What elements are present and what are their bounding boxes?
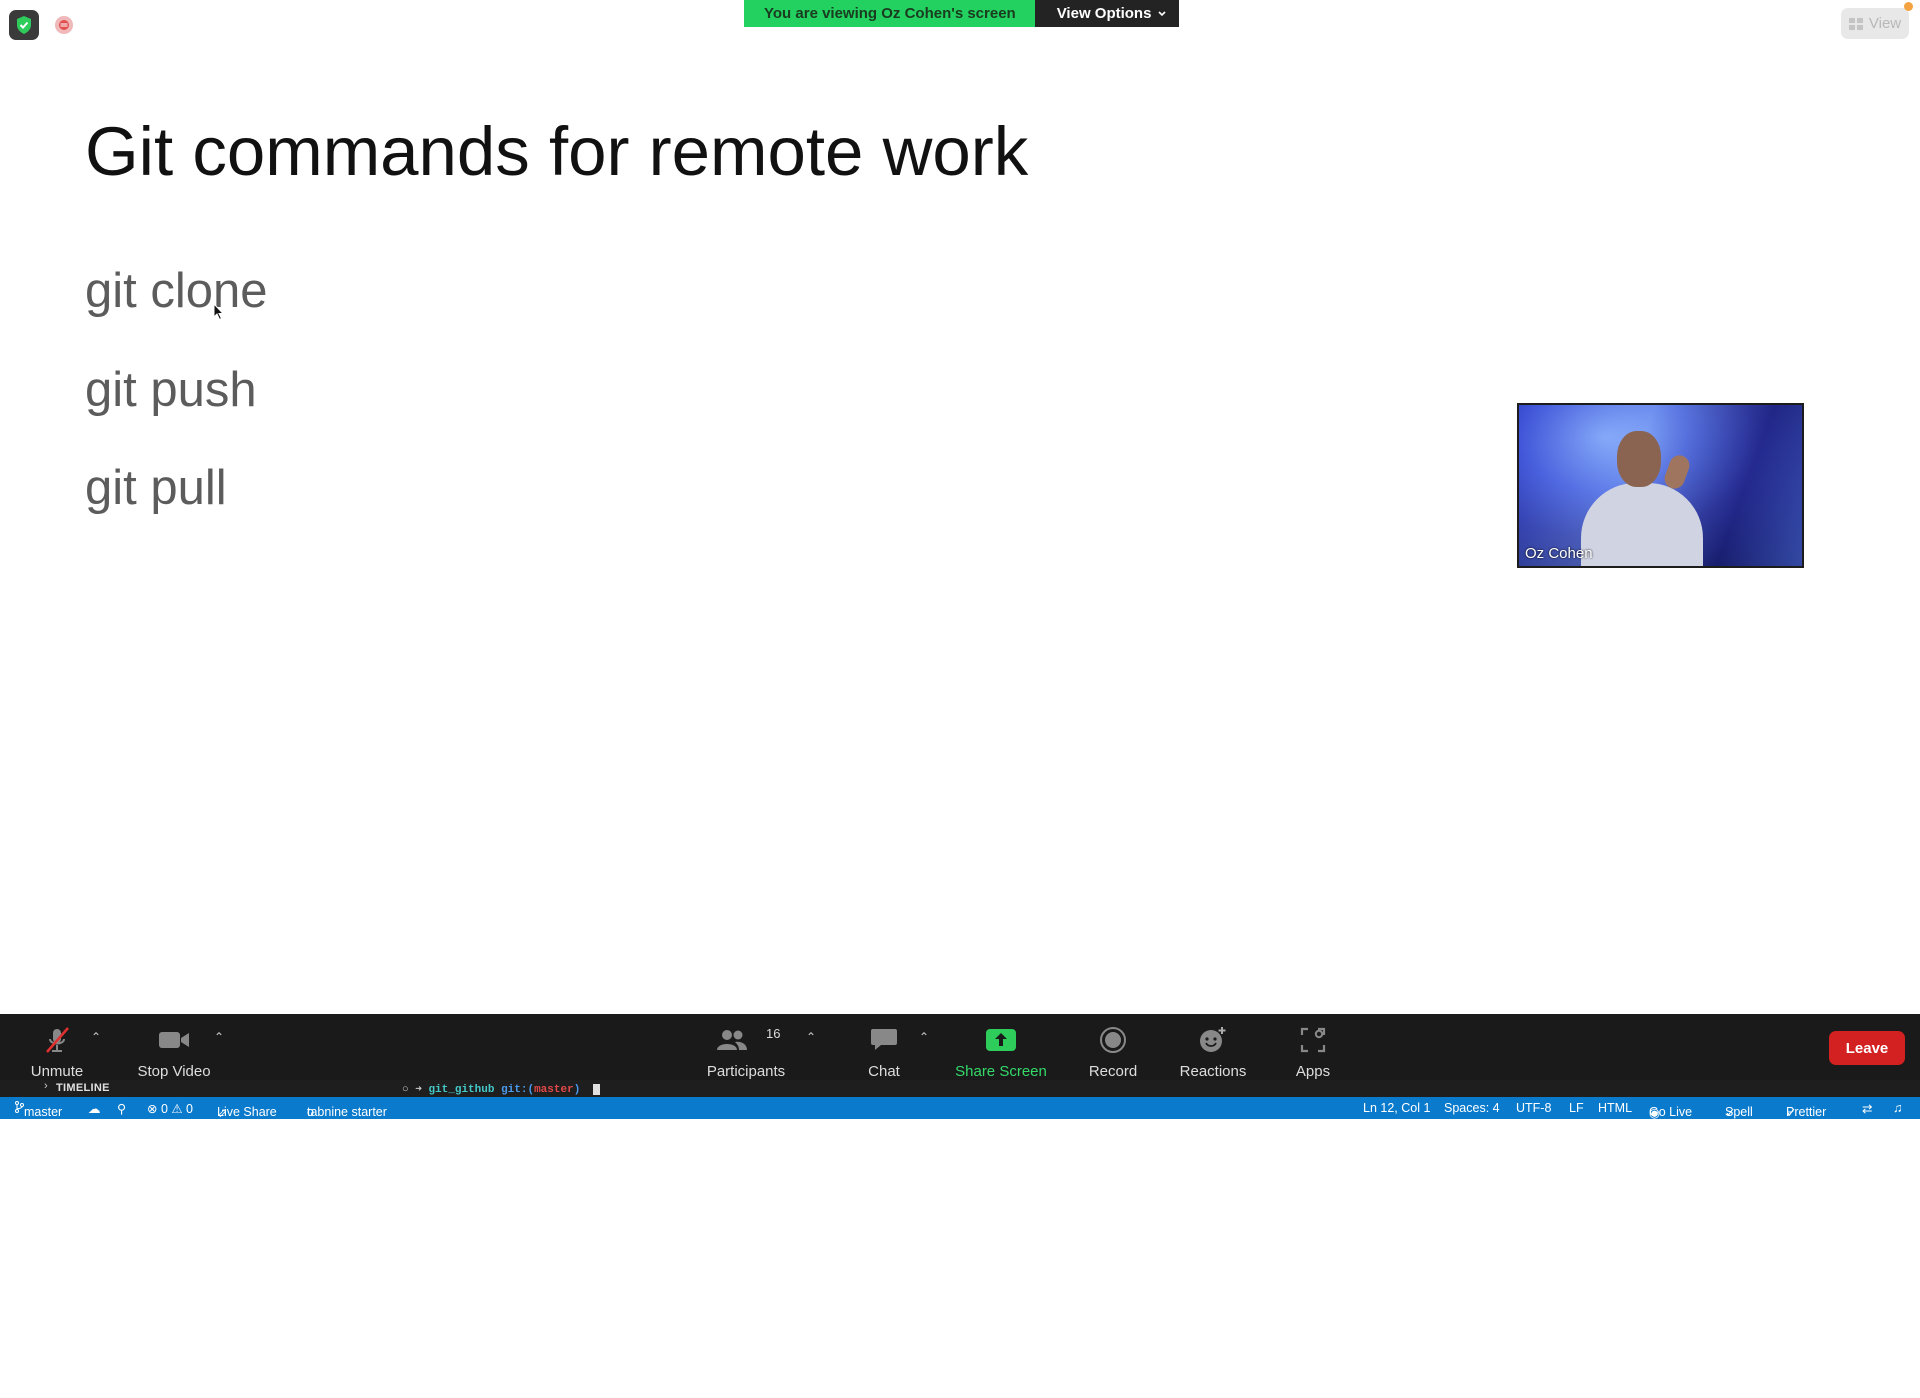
- reactions-button[interactable]: Reactions: [1179, 1014, 1247, 1080]
- prompt-branch: master: [534, 1084, 574, 1096]
- chat-bubble-icon: [871, 1028, 897, 1050]
- spell-label: Spell: [1725, 1105, 1753, 1119]
- source-control-icon[interactable]: ⚲: [117, 1101, 126, 1116]
- timeline-section[interactable]: TIMELINE: [56, 1082, 110, 1094]
- prompt-arrow: ○ ➜: [402, 1084, 422, 1096]
- problems-status[interactable]: ⊗ 0 ⚠ 0: [147, 1101, 193, 1116]
- terminal-prompt[interactable]: ○ ➜ git_github git:(master): [402, 1082, 600, 1096]
- record-label: Record: [1088, 1063, 1138, 1080]
- prompt-directory: git_github: [428, 1084, 495, 1096]
- audio-options-caret-icon[interactable]: ⌃: [91, 1030, 101, 1044]
- view-label: View: [1868, 15, 1902, 32]
- apps-button[interactable]: Apps: [1290, 1014, 1336, 1080]
- chat-options-caret-icon[interactable]: ⌃: [919, 1030, 929, 1044]
- status-bar: master ☁ ⚲ ⊗ 0 ⚠ 0 ⇗ Live Share o tabnin…: [0, 1097, 1920, 1120]
- git-branch-icon: [15, 1101, 24, 1113]
- participant-head: [1617, 431, 1661, 487]
- go-live-label: Go Live: [1649, 1105, 1693, 1119]
- video-camera-icon: [159, 1031, 189, 1048]
- recording-icon[interactable]: [55, 16, 73, 34]
- record-button[interactable]: Record: [1086, 1014, 1140, 1080]
- chat-label: Chat: [868, 1063, 900, 1080]
- apps-label: Apps: [1295, 1063, 1331, 1080]
- leave-button[interactable]: Leave: [1829, 1031, 1905, 1065]
- view-options-label: View Options: [1056, 5, 1152, 22]
- screen-share-banner: You are viewing Oz Cohen's screen View O…: [744, 0, 1180, 27]
- slide-title: Git commands for remote work: [85, 113, 1029, 190]
- reactions-smiley-icon: [1200, 1026, 1226, 1052]
- stop-video-button[interactable]: Stop Video: [131, 1014, 217, 1080]
- live-share-label: Live Share: [217, 1105, 277, 1119]
- reactions-label: Reactions: [1179, 1063, 1247, 1080]
- record-icon: [1100, 1026, 1126, 1053]
- chat-button[interactable]: Chat: [856, 1014, 912, 1080]
- tabnine-label: tabnine starter: [307, 1105, 387, 1119]
- share-screen-label: Share Screen: [955, 1063, 1047, 1080]
- chevron-down-icon: [1158, 10, 1167, 16]
- branch-status[interactable]: master: [14, 1101, 62, 1119]
- participants-icon: [717, 1029, 747, 1050]
- share-screen-button[interactable]: Share Screen: [954, 1014, 1048, 1080]
- prettier-label: Prettier: [1786, 1105, 1827, 1119]
- prompt-git-suffix: ): [573, 1084, 581, 1096]
- participant-name: Oz Cohen: [1525, 545, 1593, 562]
- microphone-muted-icon: [46, 1026, 69, 1053]
- bell-icon[interactable]: ♫: [1893, 1101, 1902, 1115]
- prompt-git-prefix: git:(: [501, 1084, 535, 1096]
- participants-count: 16: [766, 1026, 781, 1041]
- meeting-toolbar: Unmute Stop Video Participants Chat Shar…: [0, 1014, 1920, 1080]
- notification-dot: [1904, 2, 1913, 11]
- editor-panel-row: › TIMELINE ○ ➜ git_github git:(master): [0, 1080, 1920, 1097]
- feedback-icon[interactable]: ⇄: [1862, 1101, 1872, 1116]
- viewing-screen-text: You are viewing Oz Cohen's screen: [744, 0, 1035, 27]
- command-git-push: git push: [85, 363, 257, 417]
- video-options-caret-icon[interactable]: ⌃: [214, 1030, 224, 1044]
- cursor-position[interactable]: Ln 12, Col 1: [1363, 1101, 1430, 1115]
- terminal-cursor: [592, 1083, 600, 1095]
- indentation-status[interactable]: Spaces: 4: [1444, 1101, 1500, 1115]
- chevron-right-icon[interactable]: ›: [44, 1080, 48, 1092]
- language-mode[interactable]: HTML: [1598, 1101, 1632, 1115]
- unmute-button[interactable]: Unmute: [24, 1014, 90, 1080]
- participants-button[interactable]: Participants: [699, 1014, 793, 1080]
- sync-cloud-icon[interactable]: ☁: [88, 1101, 101, 1116]
- view-button[interactable]: View: [1841, 8, 1909, 39]
- security-shield-icon[interactable]: [9, 10, 39, 40]
- branch-name: master: [24, 1105, 63, 1119]
- command-git-clone: git clone: [85, 264, 268, 318]
- participants-label: Participants: [706, 1063, 786, 1080]
- stop-video-label: Stop Video: [137, 1063, 211, 1080]
- share-screen-icon: [986, 1028, 1016, 1051]
- command-git-pull: git pull: [85, 461, 227, 515]
- mouse-pointer-icon: [213, 303, 225, 321]
- grid-view-icon: [1848, 17, 1863, 30]
- participant-video-tile[interactable]: Oz Cohen: [1517, 403, 1804, 568]
- unmute-label: Unmute: [30, 1063, 84, 1080]
- eol-status[interactable]: LF: [1569, 1101, 1584, 1115]
- participants-options-caret-icon[interactable]: ⌃: [806, 1030, 816, 1044]
- apps-icon: [1300, 1027, 1326, 1052]
- encoding-status[interactable]: UTF-8: [1516, 1101, 1551, 1115]
- view-options-button[interactable]: View Options: [1034, 0, 1180, 27]
